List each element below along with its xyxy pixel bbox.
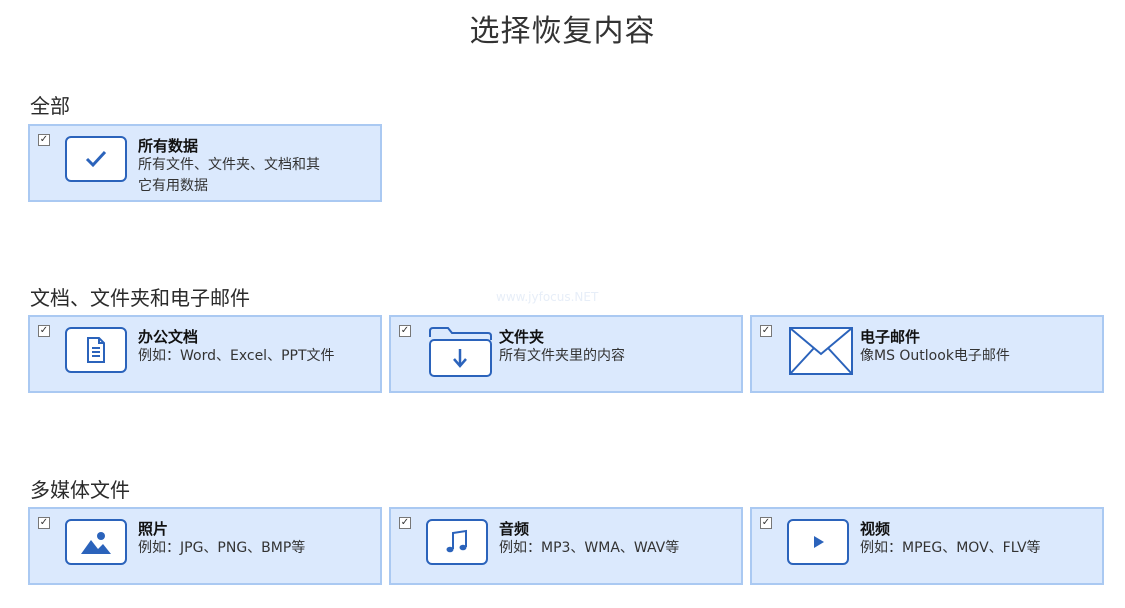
email-checkbox[interactable] <box>760 325 772 337</box>
card-description: 例如：MP3、WMA、WAV等 <box>499 540 680 556</box>
card-all-data[interactable]: 所有数据 所有文件、文件夹、文档和其 它有用数据 <box>28 124 382 202</box>
card-title: 所有数据 <box>138 137 199 155</box>
video-checkbox[interactable] <box>760 517 772 529</box>
photo-icon <box>65 519 127 565</box>
card-description: 所有文件、文件夹、文档和其 它有用数据 <box>138 157 320 194</box>
envelope-icon <box>787 323 855 379</box>
card-title: 音频 <box>499 520 530 538</box>
office-documents-checkbox[interactable] <box>38 325 50 337</box>
card-title: 照片 <box>138 520 169 538</box>
card-title: 文件夹 <box>499 328 545 346</box>
card-office-documents[interactable]: 办公文档 例如：Word、Excel、PPT文件 <box>28 315 382 393</box>
play-icon <box>787 519 849 565</box>
section-heading-multimedia: 多媒体文件 <box>30 478 130 502</box>
all-data-checkbox[interactable] <box>38 134 50 146</box>
section-heading-all: 全部 <box>30 94 70 118</box>
card-description: 所有文件夹里的内容 <box>499 348 625 364</box>
card-description: 像MS Outlook电子邮件 <box>860 348 1010 364</box>
folder-icon <box>426 323 494 379</box>
card-title: 视频 <box>860 520 891 538</box>
checkmark-icon <box>65 136 127 182</box>
card-description: 例如：JPG、PNG、BMP等 <box>138 540 306 556</box>
card-description: 例如：MPEG、MOV、FLV等 <box>860 540 1041 556</box>
card-photos[interactable]: 照片 例如：JPG、PNG、BMP等 <box>28 507 382 585</box>
folders-checkbox[interactable] <box>399 325 411 337</box>
photos-checkbox[interactable] <box>38 517 50 529</box>
card-title: 办公文档 <box>138 328 199 346</box>
card-audio[interactable]: 音频 例如：MP3、WMA、WAV等 <box>389 507 743 585</box>
document-icon <box>65 327 127 373</box>
section-heading-documents: 文档、文件夹和电子邮件 <box>30 286 250 310</box>
music-note-icon <box>426 519 488 565</box>
page-title: 选择恢复内容 <box>469 14 656 49</box>
audio-checkbox[interactable] <box>399 517 411 529</box>
card-video[interactable]: 视频 例如：MPEG、MOV、FLV等 <box>750 507 1104 585</box>
watermark: www.jyfocus.NET <box>496 290 599 304</box>
card-title: 电子邮件 <box>860 328 921 346</box>
card-description: 例如：Word、Excel、PPT文件 <box>138 348 335 364</box>
card-folders[interactable]: 文件夹 所有文件夹里的内容 <box>389 315 743 393</box>
card-email[interactable]: 电子邮件 像MS Outlook电子邮件 <box>750 315 1104 393</box>
